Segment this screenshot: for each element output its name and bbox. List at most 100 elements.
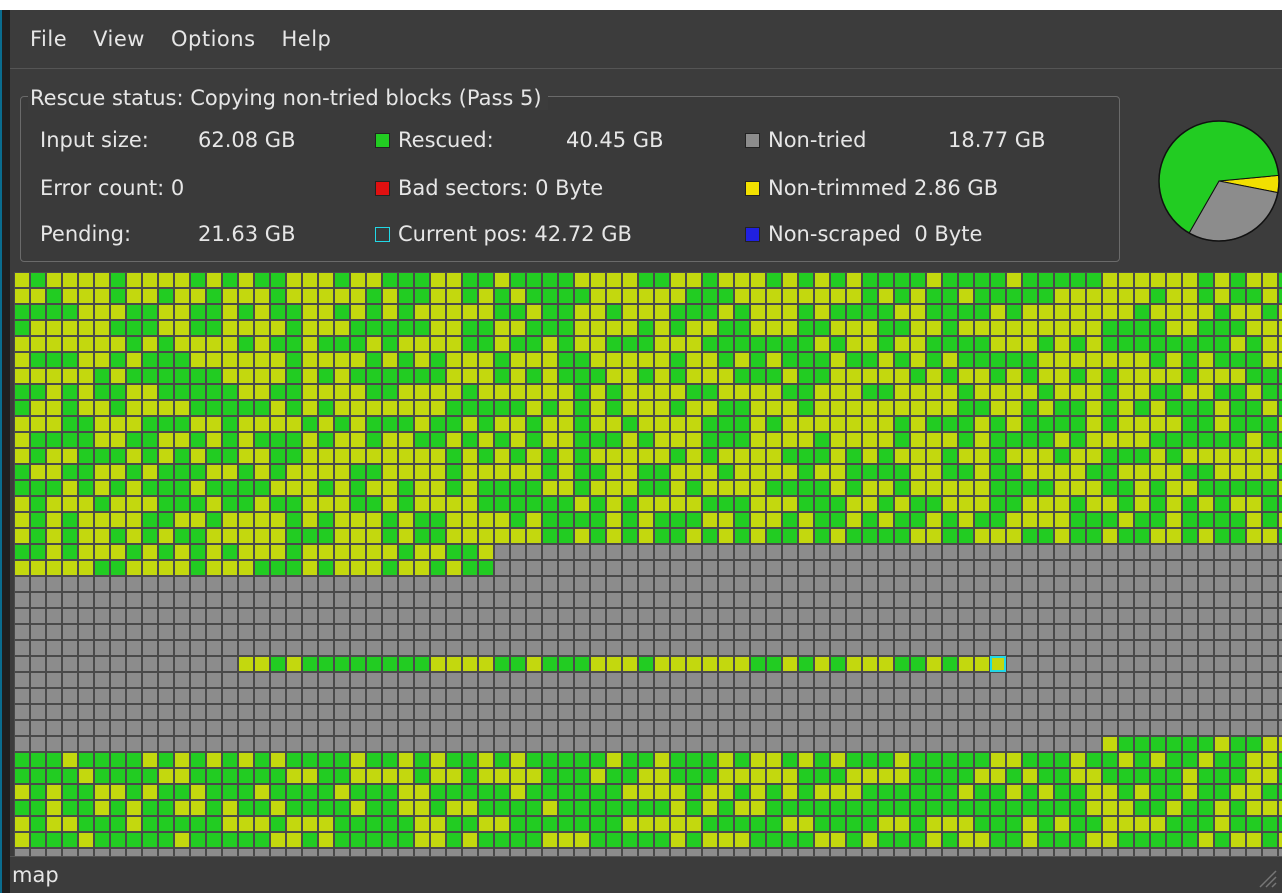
progress-pie-chart <box>1158 120 1280 242</box>
map-block <box>367 449 381 463</box>
map-block <box>111 593 125 607</box>
map-block <box>367 321 381 335</box>
map-block <box>431 753 445 767</box>
map-block <box>655 497 669 511</box>
map-block <box>511 337 525 351</box>
map-block <box>879 353 893 367</box>
map-block <box>1231 577 1245 591</box>
map-block <box>495 321 509 335</box>
map-block <box>63 513 77 527</box>
map-block <box>623 785 637 799</box>
map-block <box>639 753 653 767</box>
map-block <box>815 801 829 815</box>
map-block <box>895 401 909 415</box>
map-block <box>687 833 701 847</box>
map-block <box>639 353 653 367</box>
map-block <box>1023 321 1037 335</box>
map-block <box>287 657 301 671</box>
map-block <box>751 465 765 479</box>
map-block <box>287 769 301 783</box>
map-block <box>1135 273 1149 287</box>
map-block <box>271 449 285 463</box>
map-block <box>351 609 365 623</box>
map-block <box>895 705 909 719</box>
map-block <box>799 433 813 447</box>
map-block <box>831 721 845 735</box>
map-block <box>223 721 237 735</box>
map-block <box>511 705 525 719</box>
map-block <box>879 305 893 319</box>
map-block <box>559 769 573 783</box>
map-block <box>207 817 221 831</box>
map-block <box>1215 657 1229 671</box>
map-block <box>95 401 109 415</box>
map-block <box>351 353 365 367</box>
map-block <box>447 753 461 767</box>
map-block <box>95 529 109 543</box>
non-tried-label: Non-tried <box>768 128 867 152</box>
map-block <box>1007 513 1021 527</box>
map-block <box>991 689 1005 703</box>
menu-help[interactable]: Help <box>282 27 332 51</box>
map-block <box>911 609 925 623</box>
map-block <box>127 657 141 671</box>
map-block <box>431 497 445 511</box>
map-block <box>991 545 1005 559</box>
map-block <box>1215 433 1229 447</box>
map-block <box>31 545 45 559</box>
map-block <box>479 721 493 735</box>
map-block <box>815 497 829 511</box>
map-block <box>543 625 557 639</box>
map-block <box>191 625 205 639</box>
map-block <box>255 673 269 687</box>
map-block <box>975 353 989 367</box>
map-block <box>559 593 573 607</box>
map-block <box>1135 289 1149 303</box>
map-block <box>175 785 189 799</box>
map-block <box>863 353 877 367</box>
map-block <box>591 833 605 847</box>
map-block <box>1231 561 1245 575</box>
map-block <box>591 369 605 383</box>
map-block <box>351 273 365 287</box>
map-block <box>671 273 685 287</box>
map-block <box>671 385 685 399</box>
map-block <box>703 705 717 719</box>
map-block <box>1199 561 1213 575</box>
map-block <box>287 801 301 815</box>
map-block <box>511 465 525 479</box>
map-block <box>127 417 141 431</box>
map-block <box>255 465 269 479</box>
map-block <box>351 593 365 607</box>
map-block <box>351 689 365 703</box>
map-block <box>543 641 557 655</box>
map-block <box>111 545 125 559</box>
map-block <box>623 673 637 687</box>
resize-grip-icon[interactable] <box>1254 865 1278 889</box>
map-block <box>751 385 765 399</box>
map-block <box>1103 577 1117 591</box>
menu-bar: File View Options Help <box>10 10 1282 68</box>
map-block <box>639 673 653 687</box>
map-block <box>623 737 637 751</box>
map-block <box>1167 385 1181 399</box>
map-block <box>271 769 285 783</box>
map-block <box>495 529 509 543</box>
menu-options[interactable]: Options <box>171 27 256 51</box>
map-block <box>527 273 541 287</box>
map-block <box>559 273 573 287</box>
map-block <box>991 561 1005 575</box>
map-block <box>991 641 1005 655</box>
map-block <box>447 321 461 335</box>
map-block <box>1183 449 1197 463</box>
map-block <box>799 785 813 799</box>
map-block <box>623 305 637 319</box>
menu-view[interactable]: View <box>93 27 145 51</box>
map-block <box>159 369 173 383</box>
menu-file[interactable]: File <box>30 27 67 51</box>
map-block <box>127 801 141 815</box>
map-block <box>1247 577 1261 591</box>
map-block <box>319 593 333 607</box>
map-block <box>607 497 621 511</box>
map-block <box>943 529 957 543</box>
